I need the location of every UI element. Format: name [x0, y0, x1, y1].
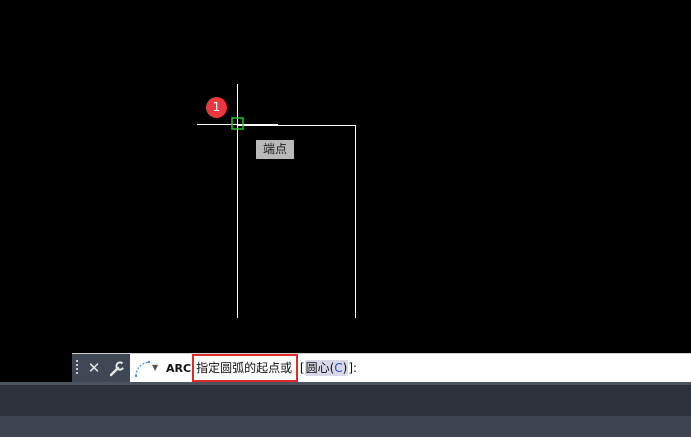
layout-tabs-bar: [0, 382, 691, 419]
drawing-canvas[interactable]: 1 端点: [0, 0, 691, 355]
option-center-close: ): [342, 361, 348, 375]
drag-handle-icon[interactable]: [76, 360, 82, 378]
snap-tooltip: 端点: [256, 140, 294, 159]
arc-icon[interactable]: [134, 360, 152, 378]
wrench-icon[interactable]: [108, 360, 128, 378]
option-center-key: C: [334, 361, 343, 375]
option-center[interactable]: 圆心(C): [304, 360, 349, 376]
chevron-down-icon[interactable]: ▼: [152, 363, 160, 373]
command-name: ARC: [166, 362, 192, 375]
command-line: ✕ ▼ ARC 指定圆弧的起点或 [圆心(C)]:: [72, 353, 691, 383]
command-prompt: 指定圆弧的起点或: [192, 354, 299, 382]
status-bar: [0, 416, 691, 437]
command-line-toolbar: ✕: [72, 354, 130, 383]
command-input[interactable]: ARC 指定圆弧的起点或 [圆心(C)]:: [166, 354, 357, 383]
drawing-svg: [197, 84, 356, 318]
bracket-open: [: [299, 361, 305, 375]
step-badge: 1: [206, 97, 227, 118]
bracket-close: ]:: [348, 361, 358, 375]
option-center-label: 圆心(: [305, 361, 335, 375]
autocad-window: 1 端点 ✕ ▼ ARC 指定圆弧的起点或 [圆心(C)]:: [0, 0, 691, 437]
close-icon[interactable]: ✕: [86, 358, 102, 378]
